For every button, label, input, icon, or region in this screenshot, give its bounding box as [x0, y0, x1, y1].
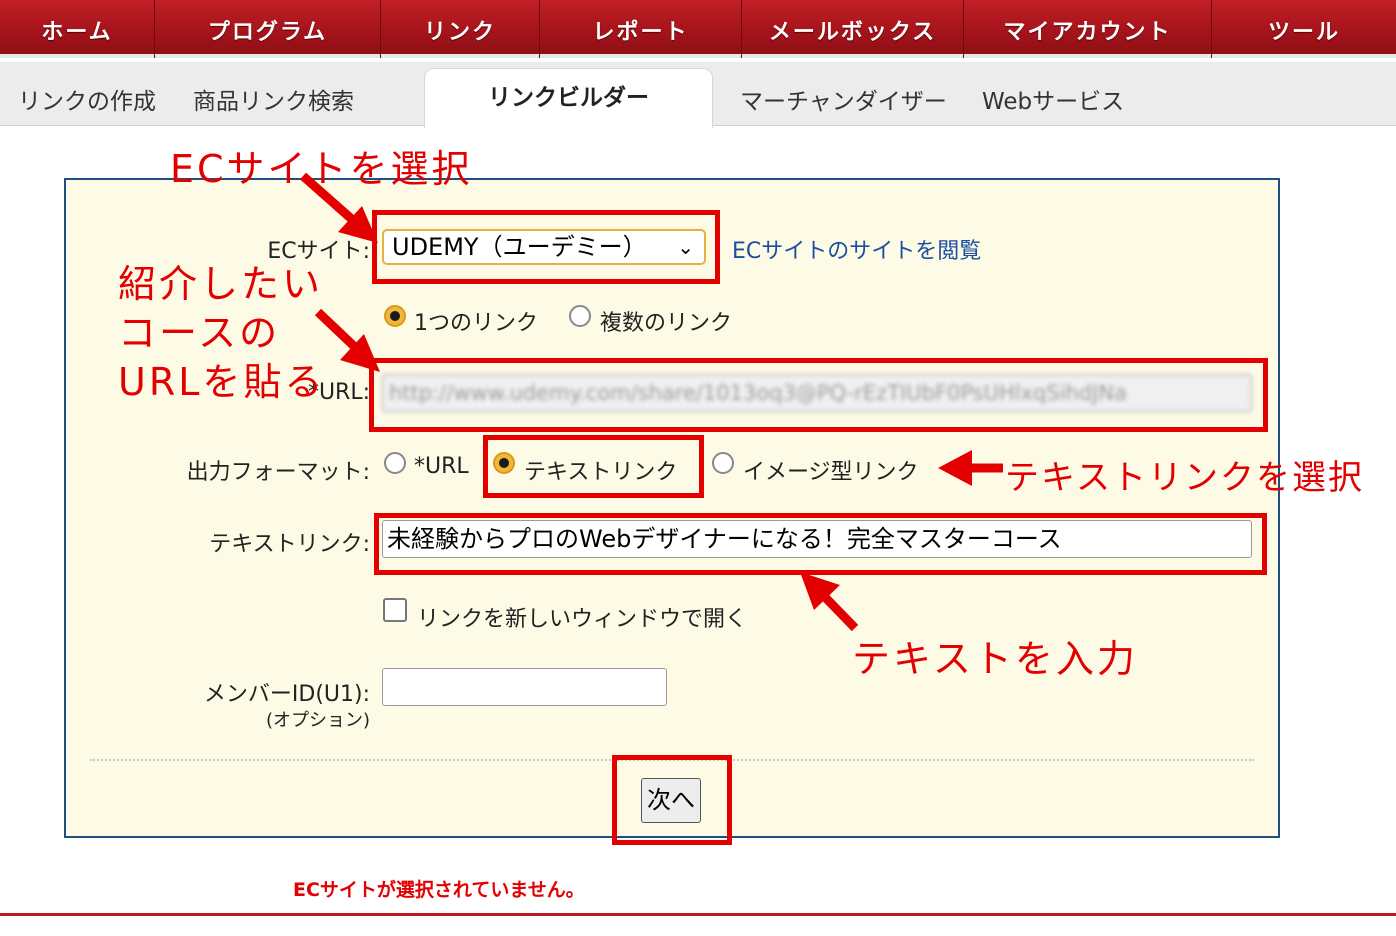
arrow-to-text-input — [800, 572, 859, 632]
arrow-to-url — [314, 308, 380, 372]
arrow-to-text-link-radio — [938, 450, 1003, 486]
annotation-arrows — [300, 172, 1003, 632]
arrow-to-ec-select — [300, 172, 378, 243]
